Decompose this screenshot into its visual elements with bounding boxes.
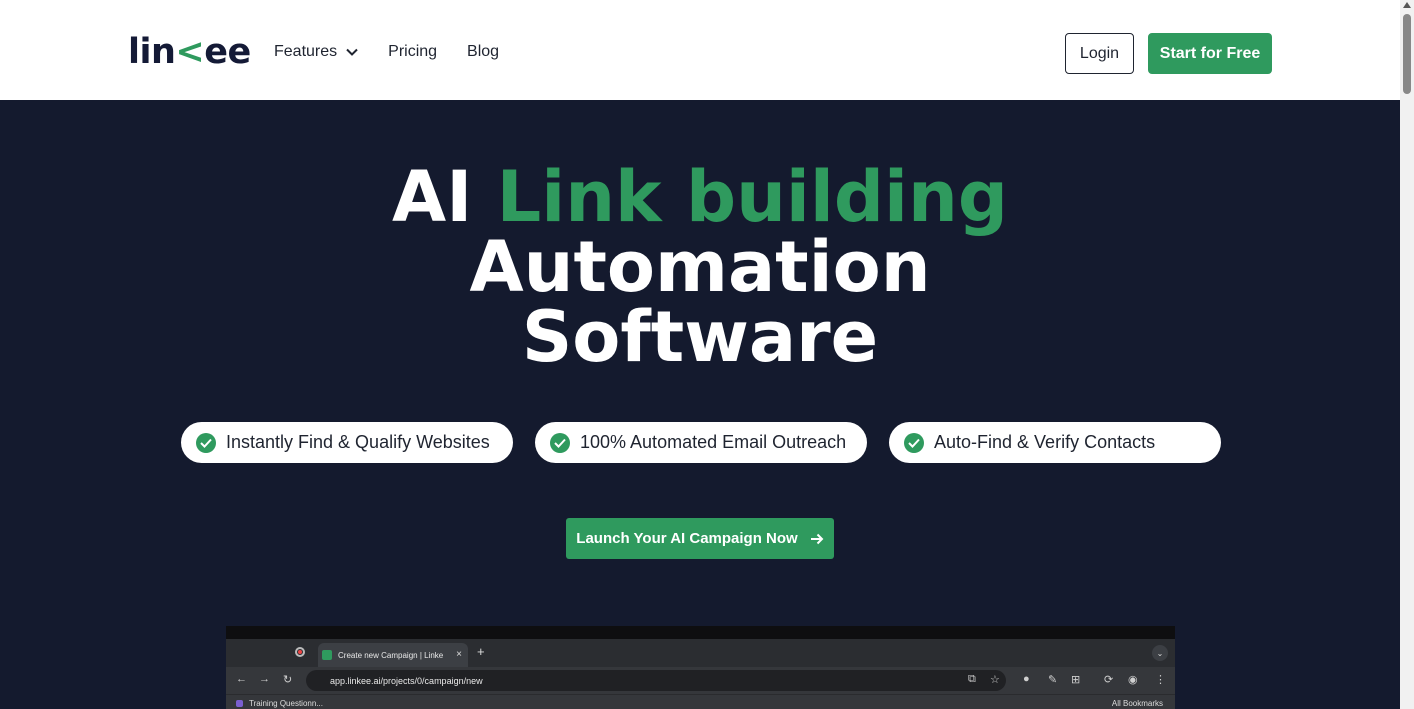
feature-pill-label: Auto-Find & Verify Contacts [934, 432, 1156, 452]
puzzle-icon: ⊞ [1071, 674, 1081, 686]
cast-icon: ⧉ [968, 673, 976, 685]
record-icon [295, 647, 305, 657]
bookmark-favicon-icon [236, 700, 243, 707]
sync-icon: ⟳ [1104, 674, 1114, 686]
scroll-up-icon[interactable] [1403, 2, 1411, 8]
extension-icon: ● [1023, 673, 1030, 685]
feature-pill: Instantly Find & Qualify Websites [181, 422, 513, 463]
close-icon: × [456, 649, 462, 660]
bookmark-label: Training Questionn... [249, 699, 323, 708]
login-button[interactable]: Login [1065, 33, 1134, 74]
hero-headline: AI Link building Automation Software [0, 162, 1400, 372]
feature-pill: Auto-Find & Verify Contacts [889, 422, 1221, 463]
feature-pill: 100% Automated Email Outreach [535, 422, 867, 463]
product-screenshot: Create new Campaign | Linke × + ⌄ ← → ↻ … [226, 626, 1175, 709]
arrow-right-icon [810, 533, 824, 544]
menu-icon: ⋮ [1155, 674, 1166, 686]
reload-icon: ↻ [283, 674, 293, 686]
headline-line-1: AI Link building [392, 156, 1008, 238]
browser-top-bar [226, 626, 1175, 639]
star-icon: ☆ [990, 674, 1000, 686]
logo-chevron: < [175, 32, 205, 72]
bookmark-item: Training Questionn... [236, 699, 323, 708]
all-bookmarks: All Bookmarks [1111, 699, 1163, 708]
nav-blog[interactable]: Blog [467, 40, 499, 64]
main-nav: Features Pricing Blog [274, 40, 499, 64]
pen-icon: ✎ [1048, 674, 1058, 686]
favicon-icon [322, 650, 332, 660]
linkee-logo[interactable]: lin<ee [128, 34, 251, 70]
browser-tab-row: Create new Campaign | Linke × + ⌄ [226, 639, 1175, 667]
bookmarks-bar: Training Questionn... All Bookmarks [226, 694, 1175, 709]
feature-pill-label: Instantly Find & Qualify Websites [226, 432, 490, 452]
nav-features-label: Features [274, 43, 338, 60]
feature-pill-label: 100% Automated Email Outreach [580, 432, 847, 452]
feature-pills: Instantly Find & Qualify Websites 100% A… [181, 422, 1221, 463]
address-bar: app.linkee.ai/projects/0/campaign/new [306, 670, 1006, 691]
nav-features[interactable]: Features [274, 40, 358, 64]
headline-line-3: Software [521, 296, 879, 378]
check-circle-icon [904, 432, 924, 453]
launch-campaign-button[interactable]: Launch Your AI Campaign Now [566, 518, 834, 559]
chevron-down-icon [346, 48, 358, 56]
page-scrollbar[interactable] [1400, 0, 1414, 709]
back-icon: ← [236, 673, 247, 685]
start-for-free-button[interactable]: Start for Free [1148, 33, 1272, 74]
browser-tab-title: Create new Campaign | Linke [338, 650, 444, 660]
site-header: lin<ee Features Pricing Blog Login Start… [0, 0, 1400, 100]
browser-tab: Create new Campaign | Linke × [318, 643, 468, 667]
check-circle-icon [196, 432, 216, 453]
launch-campaign-label: Launch Your AI Campaign Now [576, 530, 798, 547]
scroll-thumb[interactable] [1403, 14, 1411, 94]
hero-section: AI Link building Automation Software Ins… [0, 100, 1400, 709]
forward-icon: → [259, 673, 270, 685]
tab-search-icon: ⌄ [1152, 645, 1168, 661]
browser-nav-row: ← → ↻ app.linkee.ai/projects/0/campaign/… [226, 667, 1175, 694]
check-circle-icon [550, 432, 570, 453]
new-tab-icon: + [477, 644, 485, 659]
nav-pricing[interactable]: Pricing [388, 40, 437, 64]
headline-line-2: Automation [469, 226, 931, 308]
avatar-icon: ◉ [1128, 674, 1138, 686]
